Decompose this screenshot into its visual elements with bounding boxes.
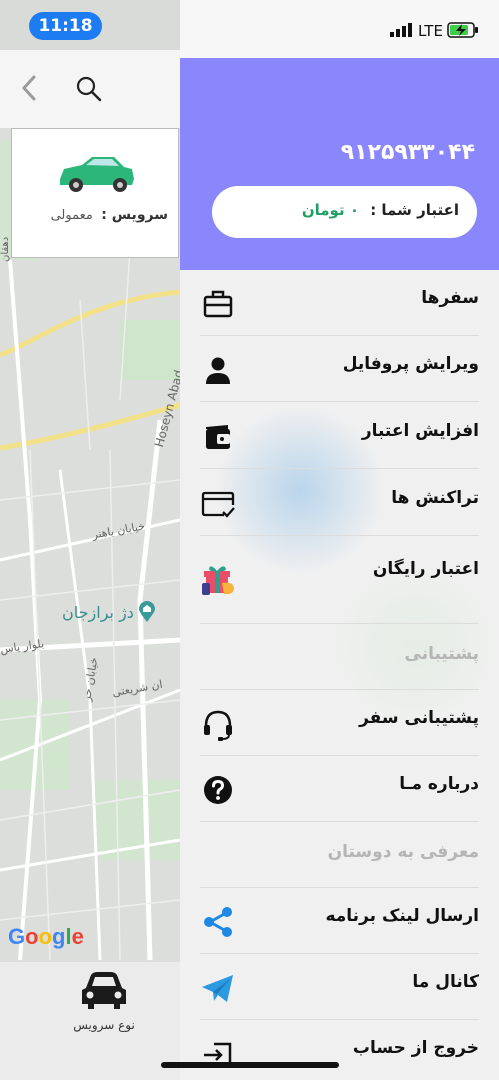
network-type: LTE	[418, 22, 443, 40]
menu-item-add-credit[interactable]: افزایش اعتبار	[200, 403, 479, 469]
menu-label: اعتبار رایگان	[372, 559, 479, 579]
person-icon	[206, 357, 230, 384]
section-invite: معرفی به دوستان	[200, 822, 479, 888]
back-arrow-icon[interactable]	[16, 74, 44, 102]
menu-item-transactions[interactable]: تراکنش ها	[200, 470, 479, 536]
google-letter: o	[25, 924, 39, 949]
menu-item-about[interactable]: درباره مـا	[200, 756, 479, 822]
status-bar: LTE	[180, 0, 499, 58]
google-logo: Google	[8, 924, 84, 950]
service-type: سرویس : معمولی	[12, 207, 168, 223]
menu-item-logout[interactable]: خروج از حساب	[200, 1020, 479, 1080]
card-check-icon	[201, 491, 235, 518]
menu-label: تراکنش ها	[391, 488, 479, 508]
menu-item-free-credit[interactable]: اعتبار رایگان	[200, 537, 479, 624]
menu-item-share-link[interactable]: ارسال لینک برنامه	[200, 888, 479, 954]
menu-label: کانال ما	[412, 972, 479, 992]
menu-label: ارسال لینک برنامه	[325, 906, 479, 926]
home-indicator	[161, 1062, 339, 1068]
telegram-icon	[202, 975, 233, 1002]
status-time: 11:18	[29, 12, 102, 40]
user-phone: ۹۱۲۵۹۳۳۰۴۴	[340, 140, 475, 165]
search-icon[interactable]	[74, 74, 104, 104]
drawer-header: ۹۱۲۵۹۳۳۰۴۴ اعتبار شما : ۰ تومان	[180, 58, 499, 270]
menu-label: سفرها	[421, 288, 479, 308]
service-label: سرویس :	[101, 207, 168, 223]
signal-icon	[390, 23, 412, 37]
headset-icon	[204, 710, 232, 741]
menu-label: ویرایش پروفایل	[342, 354, 479, 374]
service-value: معمولی	[50, 208, 93, 223]
credit-amount: ۰ تومان	[301, 201, 359, 219]
map-label-dehghan: دهقان	[0, 236, 11, 262]
section-title: معرفی به دوستان	[327, 842, 479, 862]
google-letter: g	[52, 924, 66, 949]
google-letter: o	[38, 924, 53, 949]
credit-info: اعتبار شما : ۰ تومان	[302, 201, 459, 219]
section-support: پشتیبانی	[200, 624, 479, 690]
map-view[interactable]: 11:18 سرویس : معمولی Hoseyn Abad خیابان …	[0, 0, 180, 1080]
car-front-icon	[82, 972, 126, 1009]
service-card[interactable]: سرویس : معمولی	[11, 128, 179, 258]
credit-label: اعتبار شما :	[370, 201, 459, 219]
battery-charging-icon	[447, 22, 478, 38]
question-icon	[204, 776, 232, 804]
menu-label: درباره مـا	[399, 774, 479, 794]
credit-box[interactable]: اعتبار شما : ۰ تومان	[212, 186, 477, 238]
poi-pin-icon[interactable]	[138, 601, 156, 623]
section-title: پشتیبانی	[404, 644, 479, 664]
service-type-label: نوع سرویس	[73, 1018, 135, 1032]
google-letter: G	[8, 924, 26, 949]
map-top-bar	[0, 50, 180, 128]
google-letter: e	[71, 924, 84, 949]
poi-label[interactable]: دژ برازجان	[62, 603, 134, 622]
wallet-icon	[206, 425, 230, 449]
menu-item-channel[interactable]: کانال ما	[200, 954, 479, 1020]
gift-icon	[202, 566, 234, 595]
menu-item-edit-profile[interactable]: ویرایش پروفایل	[200, 336, 479, 402]
service-type-tab[interactable]: نوع سرویس	[0, 962, 180, 1080]
navigation-drawer: LTE ۹۱۲۵۹۳۳۰۴۴ اعتبار شما : ۰ تومان سفره…	[180, 0, 499, 1080]
share-icon	[204, 907, 232, 937]
menu-item-trip-support[interactable]: پشتیبانی سفر	[200, 690, 479, 756]
menu-item-trips[interactable]: سفرها	[200, 270, 479, 336]
menu-label: پشتیبانی سفر	[359, 708, 479, 728]
menu-label: افزایش اعتبار	[361, 421, 479, 441]
menu-label: خروج از حساب	[352, 1038, 479, 1058]
briefcase-icon	[203, 290, 233, 318]
car-icon	[60, 157, 134, 192]
